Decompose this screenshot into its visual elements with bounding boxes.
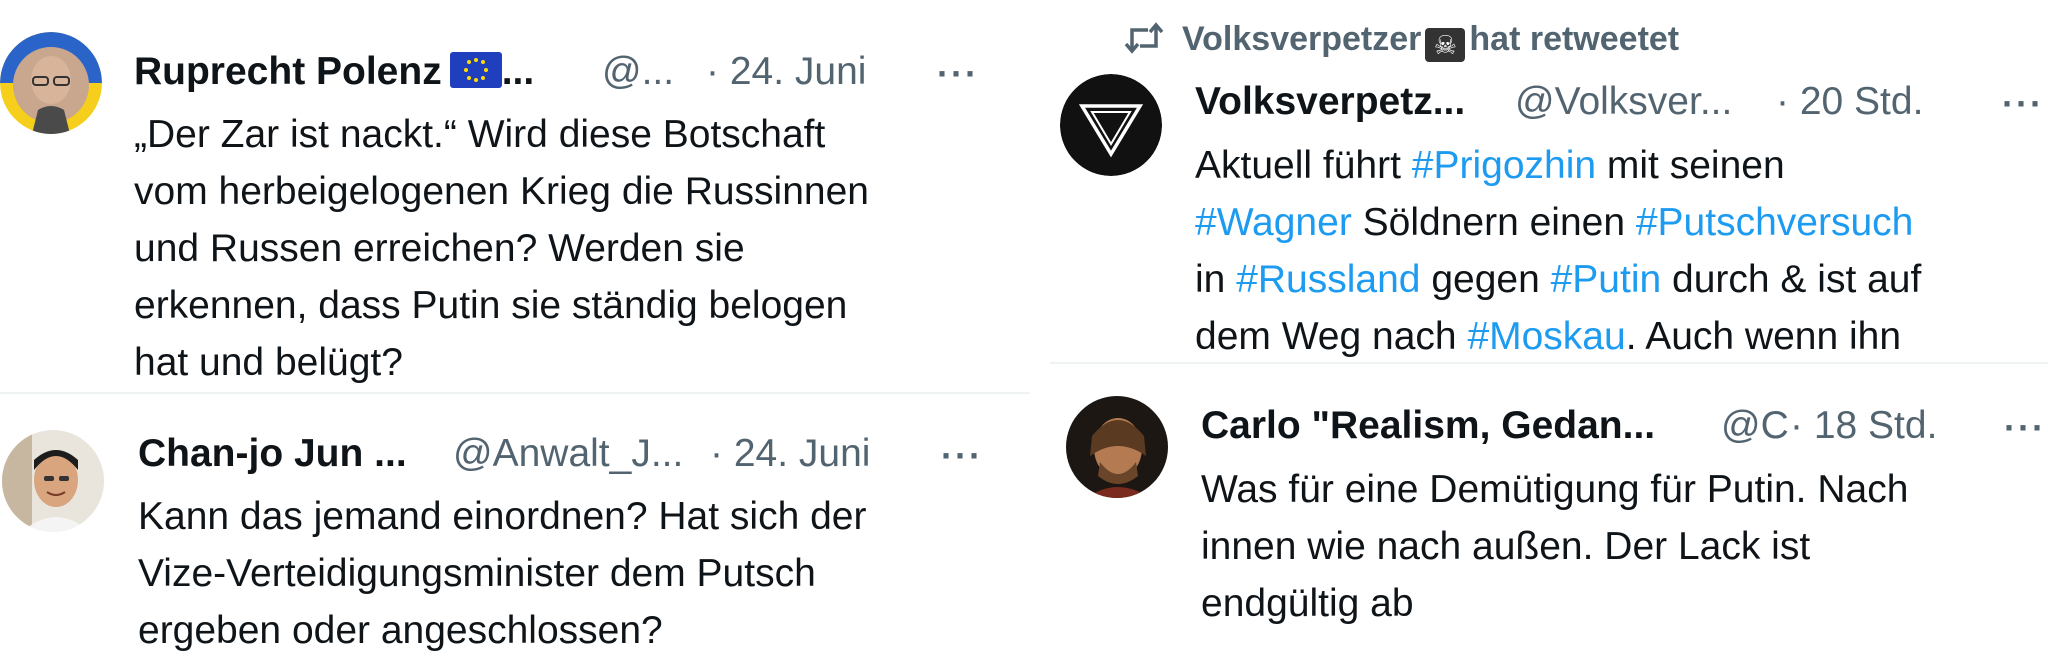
text-run: in: [1195, 258, 1236, 301]
tweet-text-line: endgültig ab: [1201, 575, 1908, 632]
hashtag-link[interactable]: #Putschversuch: [1636, 201, 1913, 244]
retweet-account[interactable]: Volksverpetzer: [1182, 20, 1421, 58]
tweet-text-line: Was für eine Demütigung für Putin. Nach: [1201, 461, 1908, 518]
hashtag-link[interactable]: #Moskau: [1467, 315, 1625, 358]
retweet-suffix: hat retweetet: [1469, 20, 1679, 58]
tweet-text-line: innen wie nach außen. Der Lack ist: [1201, 518, 1908, 575]
tweet-text-line: #Wagner Söldnern einen #Putschversuch: [1195, 194, 1921, 251]
text-run: . Auch wenn ihn: [1626, 315, 1901, 358]
tweet-text: Was für eine Demütigung für Putin. Nach …: [1201, 461, 1908, 632]
display-name[interactable]: Carlo "Realism, Gedan...: [1201, 404, 1655, 448]
text-run: dem Weg nach: [1195, 315, 1467, 358]
tweet-text-line: vom herbeigelogenen Krieg die Russinnen: [134, 163, 869, 220]
tweet-text-line: erkennen, dass Putin sie ständig belogen: [134, 277, 869, 334]
display-name[interactable]: Chan-jo Jun ...: [138, 432, 407, 476]
tweet-chan-jo-jun[interactable]: Chan-jo Jun ... @Anwalt_J... · 24. Juni …: [0, 400, 1020, 663]
tweet-text-line: Vize-Verteidigungsminister dem Putsch: [138, 545, 866, 602]
skull-crossbones-icon: ☠: [1425, 28, 1465, 62]
display-name-text[interactable]: Ruprecht Polenz: [134, 50, 442, 93]
tweet-text-line: dem Weg nach #Moskau. Auch wenn ihn: [1195, 308, 1921, 365]
hashtag-link[interactable]: #Prigozhin: [1412, 144, 1596, 187]
divider: [1050, 362, 2048, 364]
display-name[interactable]: Volksverpetz...: [1195, 80, 1465, 124]
display-name-ellipsis: ...: [502, 50, 535, 93]
tweet-ruprecht-polenz[interactable]: Ruprecht Polenz ... @... · 24. Juni ··· …: [0, 0, 1020, 390]
tweet-carlo[interactable]: Carlo "Realism, Gedan... @C · 18 Std. ··…: [1050, 370, 2048, 663]
text-run: mit seinen: [1596, 144, 1785, 187]
tweet-text-line: und Russen erreichen? Werden sie: [134, 220, 869, 277]
avatar[interactable]: [1060, 74, 1162, 176]
display-name[interactable]: Ruprecht Polenz ...: [134, 50, 534, 94]
tweet-text-line: „Der Zar ist nackt.“ Wird diese Botschaf…: [134, 106, 869, 163]
more-options-icon[interactable]: ···: [2002, 86, 2044, 122]
hashtag-link[interactable]: #Wagner: [1195, 201, 1352, 244]
handle[interactable]: @...: [602, 50, 674, 94]
more-options-icon[interactable]: ···: [941, 438, 983, 474]
timestamp[interactable]: · 24. Juni: [706, 50, 866, 94]
handle[interactable]: @C: [1721, 404, 1789, 448]
text-run: Aktuell führt: [1195, 144, 1412, 187]
tweet-text-line: hat und belügt?: [134, 334, 869, 391]
divider: [0, 392, 1030, 394]
avatar[interactable]: [0, 32, 102, 134]
avatar[interactable]: [1066, 396, 1168, 498]
tweet-text: „Der Zar ist nackt.“ Wird diese Botschaf…: [134, 106, 869, 391]
more-options-icon[interactable]: ···: [2004, 410, 2046, 446]
handle[interactable]: @Anwalt_J...: [453, 432, 683, 476]
text-run: gegen: [1420, 258, 1550, 301]
hashtag-link[interactable]: #Russland: [1236, 258, 1420, 301]
tweet-text: Aktuell führt #Prigozhin mit seinen #Wag…: [1195, 137, 1921, 365]
more-options-icon[interactable]: ···: [937, 56, 979, 92]
tweet-text-line: in #Russland gegen #Putin durch & ist au…: [1195, 251, 1921, 308]
text-run: durch & ist auf: [1661, 258, 1921, 301]
retweet-context[interactable]: Volksverpetzer☠hat retweetet: [1124, 20, 1679, 63]
eu-flag-icon: [450, 52, 502, 88]
tweet-text-line: Kann das jemand einordnen? Hat sich der: [138, 488, 866, 545]
timestamp[interactable]: · 24. Juni: [710, 432, 870, 476]
tweet-text-line: Aktuell führt #Prigozhin mit seinen: [1195, 137, 1921, 194]
avatar[interactable]: [2, 430, 104, 532]
timestamp[interactable]: · 20 Std.: [1776, 80, 1923, 124]
retweet-icon: [1124, 22, 1170, 63]
tweet-text: Kann das jemand einordnen? Hat sich der …: [138, 488, 866, 659]
hashtag-link[interactable]: #Putin: [1551, 258, 1662, 301]
tweet-text-line: ergeben oder angeschlossen?: [138, 602, 866, 659]
timestamp[interactable]: · 18 Std.: [1790, 404, 1937, 448]
handle[interactable]: @Volksver...: [1515, 80, 1732, 124]
tweet-volksverpetzer[interactable]: Volksverpetzer☠hat retweetet Volksverpet…: [1050, 0, 2048, 360]
text-run: Söldnern einen: [1352, 201, 1636, 244]
